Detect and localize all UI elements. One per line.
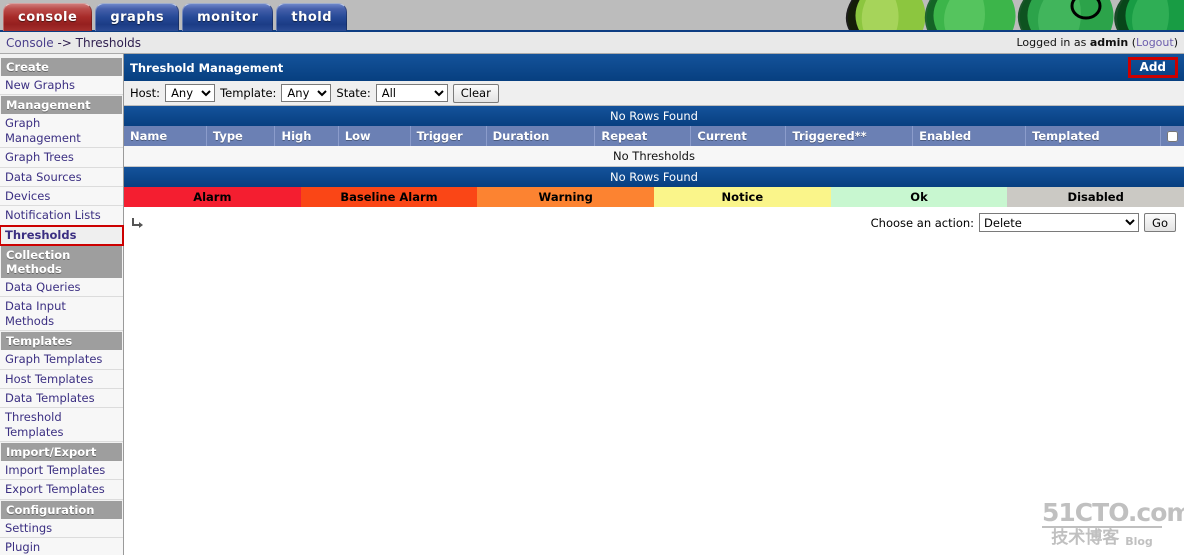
sidebar-item-notification-lists[interactable]: Notification Lists: [0, 206, 123, 226]
column-header-enabled[interactable]: Enabled: [912, 126, 1027, 146]
sidebar-item-graph-management[interactable]: Graph Management: [0, 114, 123, 149]
sidebar-item-threshold-templates[interactable]: Threshold Templates: [0, 408, 123, 442]
cacti-cactus-artwork: [834, 0, 1184, 32]
sidebar-item-graph-trees[interactable]: Graph Trees: [0, 148, 123, 168]
legend-ok: Ok: [830, 187, 1008, 207]
template-filter-select[interactable]: Any: [281, 84, 332, 102]
sidebar-item-graph-templates[interactable]: Graph Templates: [0, 350, 123, 370]
add-highlight-annotation: Add: [1127, 57, 1178, 78]
sidebar-section-management: Management: [1, 96, 122, 115]
breadcrumb: Console -> Thresholds: [6, 36, 141, 50]
no-thresholds-message: No Thresholds: [124, 146, 1184, 167]
sidebar-item-data-queries[interactable]: Data Queries: [0, 278, 123, 298]
sidebar-item-devices[interactable]: Devices: [0, 186, 123, 207]
column-header-repeat[interactable]: Repeat: [594, 126, 692, 146]
legend-baseline-alarm: Baseline Alarm: [300, 187, 478, 207]
column-header-type[interactable]: Type: [206, 126, 276, 146]
sidebar-item-data-sources[interactable]: Data Sources: [0, 167, 123, 187]
column-header-duration[interactable]: Duration: [486, 126, 596, 146]
page-body: Create New Graphs Management Graph Manageme…: [0, 54, 1184, 555]
choose-action-label: Choose an action:: [870, 215, 975, 230]
column-header-current[interactable]: Current: [690, 126, 787, 146]
page-title: Threshold Management: [130, 60, 284, 75]
sidebar-item-thresholds[interactable]: Thresholds: [0, 224, 124, 247]
sidebar-item-data-input-methods[interactable]: Data Input Methods: [0, 297, 123, 332]
threshold-state-legend: Alarm Baseline Alarm Warning Notice Ok Disabl…: [124, 187, 1184, 207]
main-content: Threshold Management Add Host: Any Templ…: [124, 54, 1184, 555]
breadcrumb-separator: ->: [53, 35, 76, 50]
tab-graphs[interactable]: graphs: [95, 3, 180, 31]
thresholds-table-header-row: Name Type High Low Trigger Duration Repe…: [124, 126, 1184, 146]
primary-tab-bar[interactable]: console graphs monitor thold: [3, 3, 350, 31]
bulk-action-controls: Choose an action: Delete Go: [871, 213, 1176, 232]
sidebar-item-plugin-management[interactable]: Plugin Management: [0, 538, 123, 555]
sidebar-section-configuration: Configuration: [1, 500, 122, 519]
legend-notice: Notice: [654, 187, 831, 207]
sidebar-item-import-templates[interactable]: Import Templates: [0, 461, 123, 481]
legend-alarm: Alarm: [124, 187, 301, 207]
state-filter-label: State:: [336, 86, 371, 100]
bulk-action-select[interactable]: Delete: [979, 213, 1140, 232]
tab-monitor-label: monitor: [197, 10, 259, 25]
filter-toolbar: Host: Any Template: Any State: All Clear: [124, 81, 1184, 106]
tab-thold[interactable]: thold: [276, 3, 348, 31]
sidebar-item-new-graphs[interactable]: New Graphs: [0, 76, 123, 96]
rows-found-bottom: No Rows Found: [124, 167, 1184, 187]
logout-close-paren: ): [1173, 36, 1178, 49]
select-all-checkbox[interactable]: [1167, 131, 1179, 142]
sidebar-item-data-templates[interactable]: Data Templates: [0, 388, 123, 409]
cacti-logo-graphic: [834, 0, 1184, 32]
arrow-turn-right-icon: [130, 216, 144, 230]
sidebar-section-templates: Templates: [1, 332, 122, 351]
sidebar-item-settings[interactable]: Settings: [0, 518, 123, 539]
column-header-trigger[interactable]: Trigger: [410, 126, 487, 146]
tab-thold-label: thold: [291, 10, 333, 25]
rows-found-top: No Rows Found: [124, 106, 1184, 126]
tab-monitor[interactable]: monitor: [182, 3, 274, 31]
breadcrumb-current: Thresholds: [75, 35, 142, 50]
threshold-management-panel-header: Threshold Management Add: [124, 54, 1184, 81]
add-threshold-button[interactable]: Add: [1135, 60, 1171, 74]
logged-in-prefix: Logged in as: [1016, 36, 1090, 49]
column-header-low[interactable]: Low: [338, 126, 411, 146]
template-filter-label: Template:: [220, 86, 277, 100]
thresholds-table: Name Type High Low Trigger Duration Repe…: [124, 126, 1184, 167]
clear-filters-button[interactable]: Clear: [452, 83, 499, 103]
sidebar-section-import-export: Import/Export: [1, 443, 122, 461]
tab-graphs-label: graphs: [110, 10, 165, 25]
logout-open-paren: (: [1128, 36, 1137, 49]
select-all-column-header[interactable]: [1160, 126, 1184, 146]
sidebar-item-host-templates[interactable]: Host Templates: [0, 369, 123, 389]
tab-console-label: console: [18, 10, 78, 25]
column-header-high[interactable]: High: [274, 126, 339, 146]
session-status: Logged in as admin (Logout): [1016, 36, 1178, 49]
breadcrumb-console-link[interactable]: Console: [6, 36, 54, 50]
legend-warning: Warning: [477, 187, 655, 207]
host-filter-label: Host:: [130, 86, 161, 100]
go-button[interactable]: Go: [1144, 213, 1176, 232]
state-filter-select[interactable]: All: [375, 84, 448, 102]
sidebar-section-collection-methods: Collection Methods: [1, 246, 122, 278]
host-filter-select[interactable]: Any: [165, 84, 216, 102]
bulk-action-bar: Choose an action: Delete Go: [124, 207, 1184, 238]
logged-in-username: admin: [1089, 36, 1129, 49]
column-header-name[interactable]: Name: [124, 126, 207, 146]
tab-console[interactable]: console: [3, 3, 93, 31]
breadcrumb-bar: Console -> Thresholds Logged in as admin…: [0, 32, 1184, 54]
top-banner: console graphs monitor thold: [0, 0, 1184, 32]
sidebar-item-export-templates[interactable]: Export Templates: [0, 480, 123, 500]
legend-disabled: Disabled: [1007, 187, 1184, 207]
sidebar-navigation: Create New Graphs Management Graph Manageme…: [0, 54, 124, 555]
logout-link[interactable]: Logout: [1136, 36, 1174, 49]
column-header-templated[interactable]: Templated: [1025, 126, 1162, 146]
column-header-triggered[interactable]: Triggered**: [785, 126, 914, 146]
thresholds-empty-row: No Thresholds: [124, 146, 1184, 167]
sidebar-section-create: Create: [1, 58, 122, 76]
